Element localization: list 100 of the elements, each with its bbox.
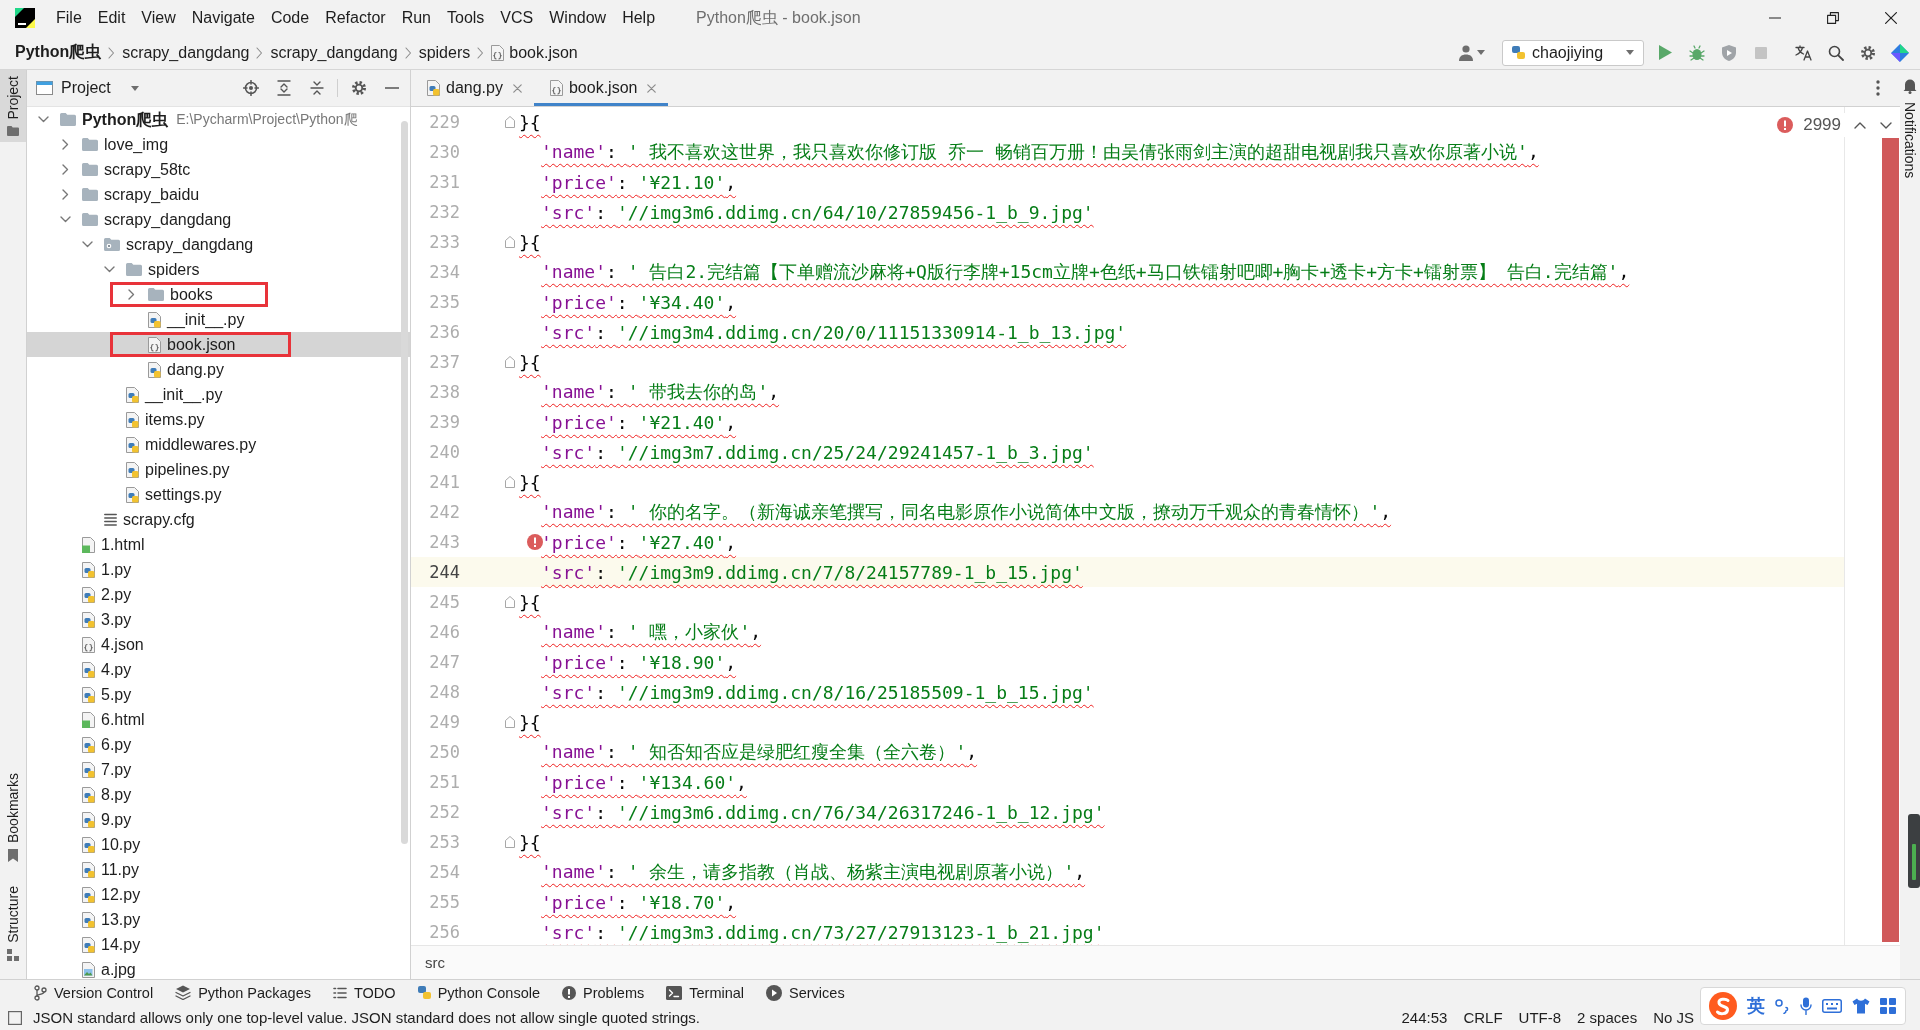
tree-item[interactable]: 4.json [27,632,410,657]
tool-window-tab[interactable]: Version Control [34,984,154,1001]
tree-item[interactable]: books [27,282,410,307]
editor-tab[interactable]: book.json [533,70,669,106]
menu-item[interactable]: Edit [89,5,134,31]
tree-item[interactable]: settings.py [27,482,410,507]
tool-window-button[interactable]: Bookmarks [0,767,26,869]
caret-icon[interactable] [1477,50,1485,55]
menu-item[interactable]: Window [541,5,615,31]
menu-item[interactable]: File [48,5,90,31]
tree-item[interactable]: Python爬虫 E:\Pycharm\Project\Python爬 [27,107,410,132]
tree-item[interactable]: __init__.py [27,382,410,407]
tree-item[interactable]: 12.py [27,882,410,907]
settings-icon[interactable] [350,80,367,96]
status-toggle-icon[interactable] [8,1010,22,1025]
shield-icon[interactable] [1722,44,1736,61]
tool-window-tab[interactable]: Problems [562,984,645,1001]
editor-breadcrumb[interactable]: src [425,954,445,971]
menu-item[interactable]: Code [262,5,318,31]
chevron-right-icon[interactable] [61,189,69,200]
tree-item[interactable]: love_img [27,132,410,157]
input-method-logo-icon[interactable] [1709,992,1737,1020]
chevron-right-icon[interactable] [61,139,69,150]
tool-window-tab[interactable]: TODO [333,984,396,1001]
tool-window-tab[interactable]: Services [766,984,845,1001]
shirt-icon[interactable] [1852,998,1870,1014]
breadcrumb-item[interactable]: book.json [491,43,578,62]
chevron-down-icon[interactable] [1880,121,1892,129]
chevron-right-icon[interactable] [127,289,135,300]
close-icon[interactable] [1885,12,1897,24]
chevron-down-icon[interactable] [103,266,115,273]
tree-item[interactable]: 13.py [27,907,410,932]
chevron-down-icon[interactable] [37,116,49,123]
tree-item[interactable]: dang.py [27,357,410,382]
restore-icon[interactable] [1827,12,1839,24]
tree-item[interactable]: 3.py [27,607,410,632]
expand-all-icon[interactable] [276,80,291,96]
tree-item[interactable]: 1.html [27,532,410,557]
fold-marker-icon[interactable] [505,596,515,608]
tree-item[interactable]: 2.py [27,582,410,607]
run-config-dropdown[interactable]: chaojiying [1502,39,1644,66]
fold-marker-icon[interactable] [505,836,515,848]
menu-item[interactable]: Help [614,5,664,31]
status-item[interactable]: 244:53 [1401,1009,1448,1026]
diamond-logo-icon[interactable] [1891,43,1909,62]
keyboard-icon[interactable] [1822,999,1842,1013]
tool-window-button[interactable]: Project [0,70,26,142]
project-view-dropdown[interactable]: Project [36,79,139,97]
tree-item[interactable]: scrapy_dangdang [27,232,410,257]
bug-icon[interactable] [1689,44,1705,61]
tree-item[interactable]: 6.py [27,732,410,757]
scrollbar[interactable] [401,121,408,844]
settings-icon[interactable] [1860,44,1876,61]
tool-window-button[interactable]: Structure [0,880,26,967]
tree-item[interactable]: book.json [27,332,410,357]
tree-item[interactable]: 4.py [27,657,410,682]
chevron-down-icon[interactable] [59,216,71,223]
tree-item[interactable]: 9.py [27,807,410,832]
tree-item[interactable]: 7.py [27,757,410,782]
crosshair-icon[interactable] [242,80,259,96]
search-icon[interactable] [1828,44,1844,61]
tree-item[interactable]: scrapy_baidu [27,182,410,207]
handle-bar[interactable] [1908,814,1920,888]
fold-marker-icon[interactable] [505,476,515,488]
menu-item[interactable]: View [133,5,184,31]
notifications-button[interactable]: Notifications [1902,70,1918,179]
more-options-icon[interactable] [1876,80,1880,96]
minimize-icon[interactable] [384,87,399,89]
fold-marker-icon[interactable] [505,116,515,128]
tree-item[interactable]: __init__.py [27,307,410,332]
menu-item[interactable]: Refactor [317,5,394,31]
status-item[interactable]: CRLF [1463,1009,1503,1026]
translate-icon[interactable] [1795,44,1813,61]
status-item[interactable]: UTF-8 [1518,1009,1562,1026]
fold-marker-icon[interactable] [505,716,515,728]
tree-item[interactable]: 6.html [27,707,410,732]
status-item[interactable]: 2 spaces [1577,1009,1638,1026]
tree-item[interactable]: scrapy_dangdang [27,207,410,232]
tree-item[interactable]: a.jpg [27,957,410,979]
grid-icon[interactable] [1880,998,1896,1014]
chevron-up-icon[interactable] [1854,121,1866,129]
tree-item[interactable]: 5.py [27,682,410,707]
tree-item[interactable]: items.py [27,407,410,432]
editor-tab[interactable]: dang.py [411,70,534,106]
tree-item[interactable]: 10.py [27,832,410,857]
chevron-down-icon[interactable] [81,241,93,248]
tool-window-tab[interactable]: Python Console [417,984,540,1001]
tree-item[interactable]: 14.py [27,932,410,957]
breadcrumb-item[interactable]: spiders [418,43,471,62]
tree-item[interactable]: 8.py [27,782,410,807]
input-mode[interactable]: 英 [1747,994,1765,1018]
tree-item[interactable]: spiders [27,257,410,282]
tree-item[interactable]: scrapy_58tc [27,157,410,182]
fold-marker-icon[interactable] [505,236,515,248]
problems-count[interactable]: 2999 [1803,115,1841,135]
tree-item[interactable]: scrapy.cfg [27,507,410,532]
tool-window-tab[interactable]: Terminal [666,984,745,1001]
chevron-right-icon[interactable] [61,164,69,175]
fold-marker-icon[interactable] [505,356,515,368]
breadcrumb-item[interactable]: scrapy_dangdang [122,43,250,62]
